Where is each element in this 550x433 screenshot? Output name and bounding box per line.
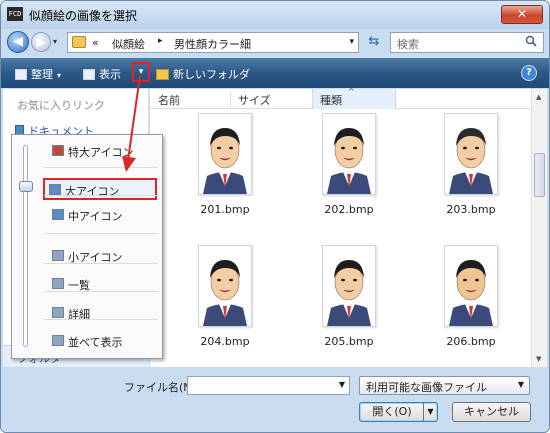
address-bar[interactable]: « 似顔絵 ▸ 男性顔カラー細 ▾ (67, 32, 359, 53)
back-button[interactable]: ◀ (7, 31, 29, 53)
menu-divider (44, 167, 158, 168)
breadcrumb-segment-current[interactable]: 男性顔カラー細 (174, 36, 251, 52)
large-icons-icon (49, 184, 61, 195)
view-menu-item[interactable]: 特大アイコン (48, 141, 158, 161)
address-row: ◀ ▶ ▾ « 似顔絵 ▸ 男性顔カラー細 ▾ ⇆ 検索 (1, 29, 549, 57)
view-menu-item-label: 大アイコン (65, 185, 120, 198)
view-mode-menu: 特大アイコン 大アイコン 中アイコン 小アイコン 一覧 詳細 並べて表示 (11, 134, 163, 359)
file-tile[interactable]: 205.bmp (302, 245, 392, 359)
view-menu-item-label: 中アイコン (68, 210, 123, 223)
scrollbar-thumb[interactable] (534, 153, 545, 197)
views-button[interactable]: 表示 (83, 66, 121, 82)
address-dropdown-icon[interactable]: ▾ (349, 37, 354, 47)
chevron-down-icon: ▼ (517, 380, 524, 389)
view-menu-item[interactable]: 大アイコン (43, 178, 157, 200)
column-header-name[interactable]: 名前 (158, 92, 180, 108)
open-label: 開く(O) (372, 405, 412, 418)
search-placeholder: 検索 (397, 38, 419, 51)
search-input[interactable]: 検索 (390, 32, 544, 53)
views-icon (83, 69, 95, 80)
face-thumbnail-image (444, 245, 498, 327)
new-folder-button[interactable]: 新しいフォルダ (156, 66, 250, 82)
file-name-label: 202.bmp (324, 203, 374, 216)
file-tile[interactable]: 203.bmp (424, 113, 514, 227)
recent-pages-dropdown[interactable]: ▾ (53, 37, 57, 46)
column-divider[interactable] (312, 91, 313, 107)
forward-button[interactable]: ▶ (31, 32, 51, 52)
scroll-up-icon[interactable]: ▲ (536, 93, 541, 101)
view-menu-item[interactable]: 並べて表示 (48, 331, 158, 351)
cancel-button[interactable]: キャンセル (452, 402, 531, 422)
menu-divider (44, 263, 158, 264)
tiles-icon (52, 335, 64, 346)
file-list-pane: 名前 サイズ 種類 ^ 201.bmp 202.bmp 203.bmp 204.bmp… (150, 87, 547, 367)
column-header-size[interactable]: サイズ (238, 92, 271, 108)
close-button[interactable]: ✕ (501, 5, 543, 24)
chevron-down-icon: ▾ (57, 71, 62, 80)
title-bar: FCD 似顔絵の画像を選択 ✕ (1, 1, 549, 29)
favorite-links-heading: お気に入りリンク (17, 99, 105, 112)
medium-icons-icon (52, 209, 64, 220)
face-thumbnail-image (198, 245, 252, 327)
filename-input[interactable]: ▼ (187, 376, 350, 395)
breadcrumb-segment[interactable]: 似顔絵 (112, 36, 145, 52)
details-icon (52, 307, 64, 318)
organize-label: 整理 (31, 68, 53, 81)
menu-divider (44, 233, 158, 234)
file-name-label: 205.bmp (324, 335, 374, 348)
dialog-footer: ファイル名(N): ▼ 利用可能な画像ファイル ▼ 開く(O) ▼ キャンセル (1, 368, 549, 432)
face-thumbnail-image (322, 113, 376, 195)
face-thumbnail-image (444, 113, 498, 195)
file-tile[interactable]: 201.bmp (178, 113, 268, 227)
list-icon (52, 278, 64, 289)
view-menu-item-label: 特大アイコン (68, 146, 134, 159)
view-menu-item-label: 並べて表示 (68, 336, 123, 349)
view-size-slider-thumb[interactable] (19, 181, 33, 192)
views-dropdown-button[interactable]: ▾ (132, 62, 150, 82)
menu-divider (44, 195, 158, 196)
file-type-value: 利用可能な画像ファイル (366, 381, 487, 394)
open-button[interactable]: 開く(O) ▼ (359, 402, 438, 422)
menu-divider (44, 291, 158, 292)
file-name-label: 206.bmp (446, 335, 496, 348)
search-icon[interactable] (525, 35, 537, 47)
face-thumbnail-image (322, 245, 376, 327)
column-header-row: 名前 サイズ 種類 ^ (150, 87, 531, 109)
column-header-type[interactable]: 種類 (320, 92, 342, 108)
view-menu-item[interactable]: 中アイコン (48, 205, 158, 225)
refresh-button[interactable]: ⇆ (363, 34, 385, 52)
file-name-label: 201.bmp (200, 203, 250, 216)
small-icons-icon (52, 250, 64, 261)
file-tile[interactable]: 204.bmp (178, 245, 268, 359)
new-folder-label: 新しいフォルダ (173, 68, 250, 81)
breadcrumb-separator-icon[interactable]: ▸ (158, 36, 163, 46)
views-label: 表示 (99, 68, 121, 81)
column-divider[interactable] (230, 91, 231, 107)
app-icon: FCD (7, 7, 23, 21)
extra-large-icons-icon (52, 145, 64, 156)
view-size-slider[interactable] (23, 145, 28, 347)
help-button[interactable]: ? (521, 65, 537, 81)
file-type-select[interactable]: 利用可能な画像ファイル ▼ (359, 376, 530, 395)
sort-ascending-icon: ^ (348, 87, 355, 96)
face-thumbnail-image (198, 113, 252, 195)
organize-button[interactable]: 整理 ▾ (15, 66, 61, 82)
window-title: 似顔絵の画像を選択 (29, 9, 138, 23)
organize-icon (15, 69, 27, 80)
file-tile[interactable]: 202.bmp (302, 113, 392, 227)
command-toolbar: 整理 ▾ 表示 ▾ 新しいフォルダ ? (1, 58, 549, 88)
menu-divider (44, 319, 158, 320)
chevron-down-icon[interactable]: ▼ (339, 380, 345, 389)
view-menu-item[interactable]: 詳細 (48, 303, 158, 323)
file-name-label: 203.bmp (446, 203, 496, 216)
file-name-label: 204.bmp (200, 335, 250, 348)
address-overflow-chevron[interactable]: « (92, 36, 99, 49)
vertical-scrollbar[interactable]: ▲ ▼ (531, 89, 547, 367)
file-tile[interactable]: 206.bmp (424, 245, 514, 359)
folder-icon (72, 36, 86, 48)
scroll-down-icon[interactable]: ▼ (536, 355, 541, 363)
new-folder-icon (156, 69, 169, 80)
open-split-dropdown[interactable]: ▼ (423, 403, 437, 421)
